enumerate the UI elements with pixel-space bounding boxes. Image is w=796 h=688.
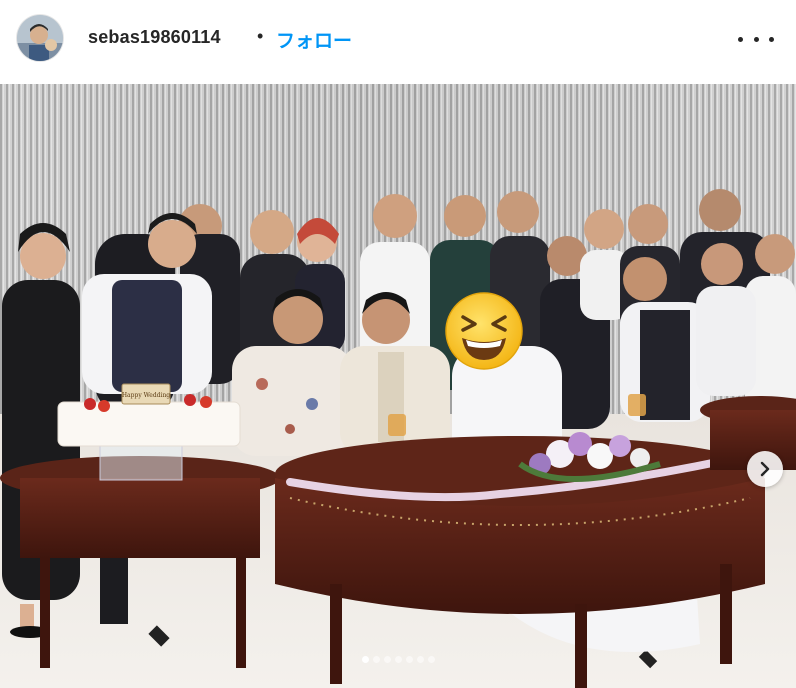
side-table-right	[700, 396, 796, 470]
carousel-dot	[394, 656, 402, 663]
carousel-dot-active	[361, 656, 369, 663]
separator-dot: •	[257, 26, 264, 46]
carousel-dot	[416, 656, 424, 663]
next-slide-button[interactable]	[747, 451, 783, 487]
follow-button[interactable]: フォロー	[276, 26, 352, 53]
carousel-dot	[383, 656, 391, 663]
carousel-dot	[405, 656, 413, 663]
cake-plaque-text: Happy Wedding	[122, 392, 170, 399]
chevron-right-icon	[760, 461, 770, 477]
avatar-image	[17, 15, 63, 61]
more-dot	[769, 36, 774, 42]
more-dot	[753, 36, 759, 42]
post-header: sebas19860114 • フォロー	[0, 0, 796, 80]
wedding-group-photo: Happy Wedding	[0, 84, 796, 688]
post-photo[interactable]: Happy Wedding	[0, 84, 796, 688]
post-username[interactable]: sebas19860114	[88, 27, 221, 48]
carousel-dot	[427, 656, 435, 663]
more-options-icon[interactable]	[738, 26, 774, 52]
more-dot	[738, 36, 743, 42]
carousel-indicator	[0, 656, 796, 666]
carousel-dot	[372, 656, 380, 663]
avatar[interactable]	[17, 15, 63, 61]
